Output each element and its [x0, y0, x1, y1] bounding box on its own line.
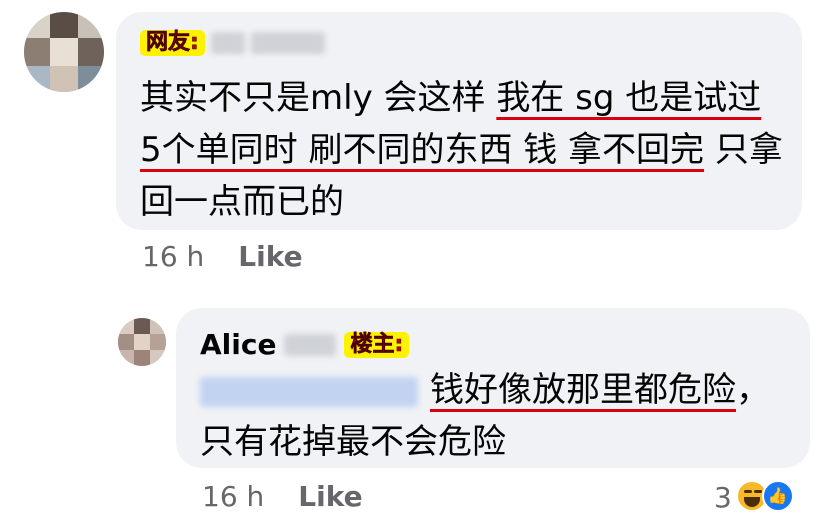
- comment-meta: 16 h Like: [142, 240, 303, 273]
- commenter-avatar[interactable]: [24, 12, 104, 92]
- reply-header: Alice 楼主:: [200, 328, 410, 361]
- reply-avatar[interactable]: [118, 318, 166, 366]
- netizen-tag: 网友:: [140, 30, 205, 56]
- reply-like-button[interactable]: Like: [298, 480, 362, 513]
- comment-header: 网友:: [140, 30, 325, 56]
- reply-meta: 16 h Like: [202, 480, 363, 513]
- reply-author[interactable]: Alice: [200, 328, 276, 361]
- reply-text-underlined: 钱好像放那里都危险: [430, 370, 736, 410]
- reaction-count: 3: [714, 480, 732, 514]
- blurred-name-part: [250, 32, 325, 54]
- op-tag: 楼主:: [344, 331, 410, 358]
- comment-time[interactable]: 16 h: [142, 240, 204, 273]
- comment-text: 其实不只是mly 会这样 我在 sg 也是试过 5个单同时 刷不同的东西 钱 拿…: [140, 72, 790, 228]
- blurred-name-part: [210, 32, 245, 54]
- reply-bubble: Alice 楼主: 钱好像放那里都危险，只有花掉最不会危险: [176, 308, 810, 468]
- comment-text-plain: 其实不只是mly 会这样: [140, 78, 497, 118]
- reply-time[interactable]: 16 h: [202, 480, 264, 513]
- reaction-summary[interactable]: 3 👍: [714, 480, 798, 514]
- blurred-name-part: [284, 333, 337, 356]
- blurred-mention[interactable]: [200, 376, 418, 407]
- like-icon: 👍: [761, 480, 794, 512]
- reply-text: 钱好像放那里都危险，只有花掉最不会危险: [200, 364, 800, 468]
- reaction-icons: 👍: [735, 480, 798, 514]
- like-button[interactable]: Like: [238, 240, 302, 273]
- comment-bubble: 网友: 其实不只是mly 会这样 我在 sg 也是试过 5个单同时 刷不同的东西…: [116, 12, 802, 230]
